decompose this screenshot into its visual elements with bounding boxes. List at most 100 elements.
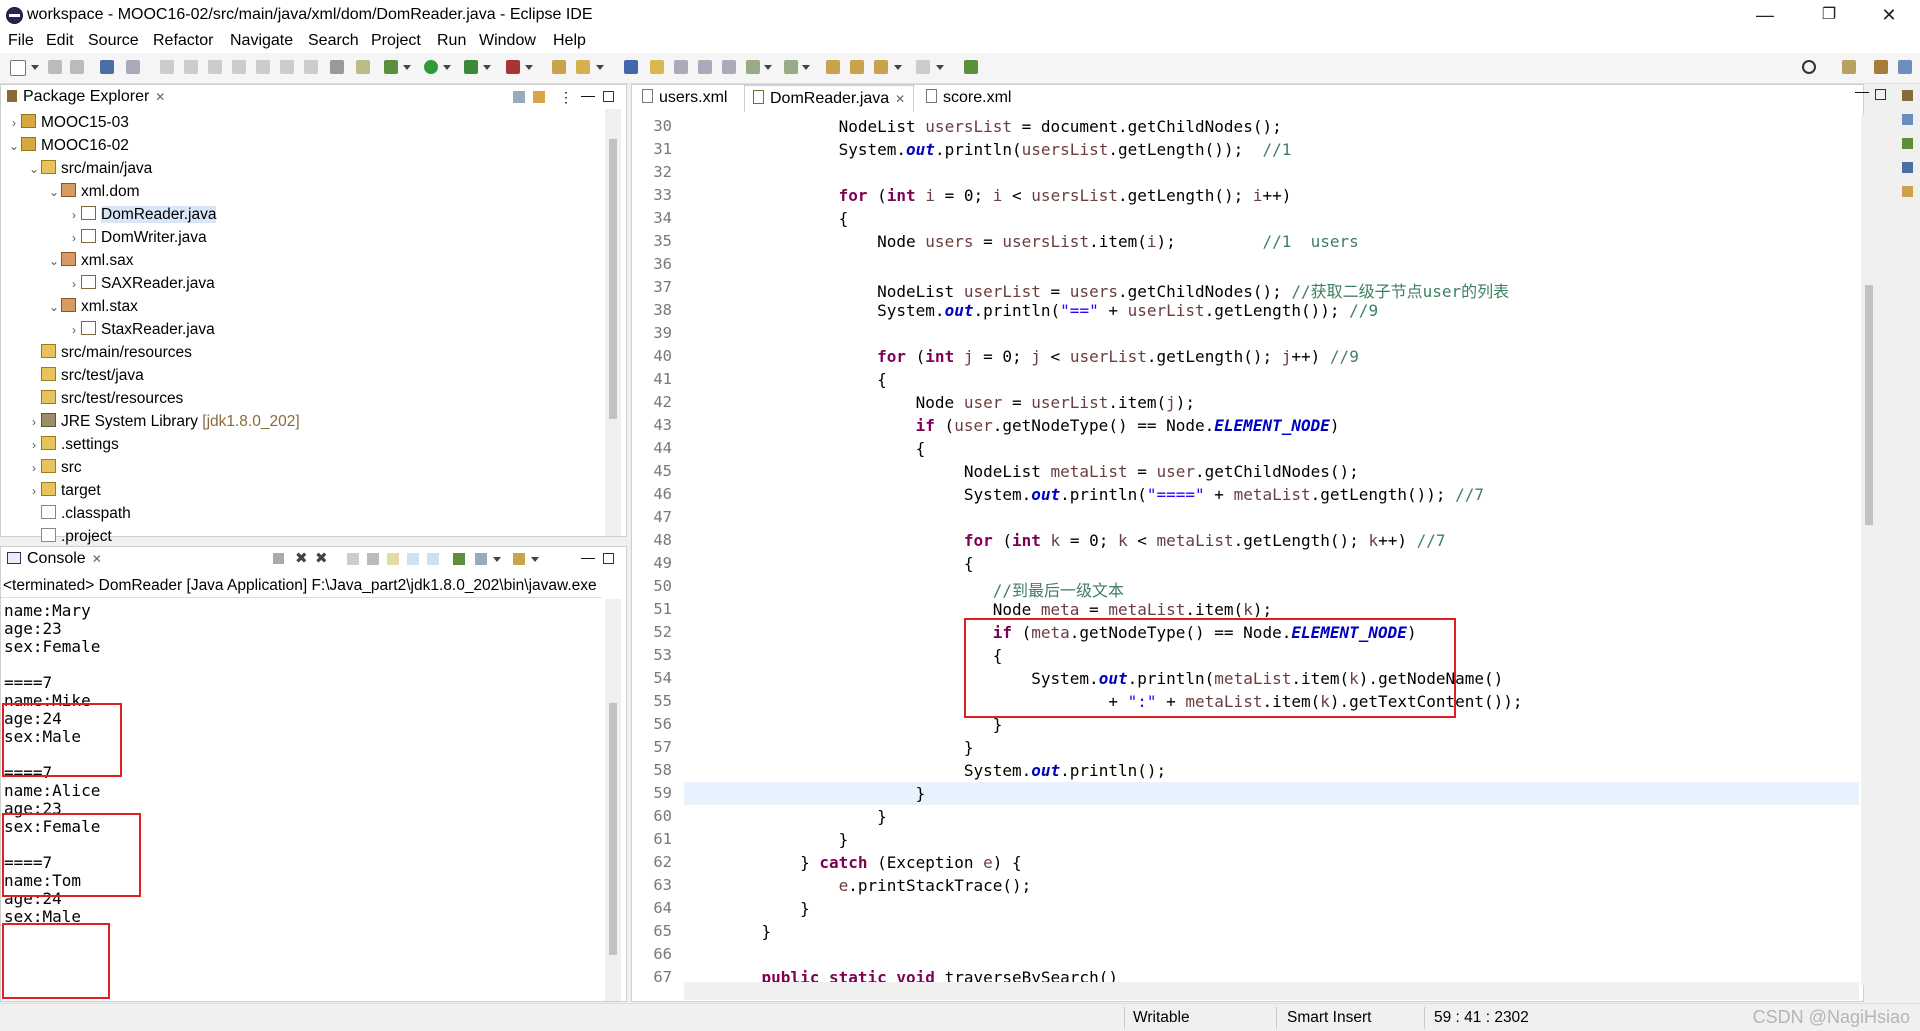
tree-item[interactable]: ⌄ xml.dom: [47, 180, 140, 203]
remove-launch-icon[interactable]: ✖: [295, 549, 308, 567]
close-button[interactable]: ✕: [1866, 2, 1912, 28]
open-console-icon[interactable]: [100, 60, 114, 74]
maximize-editor-icon[interactable]: [1875, 89, 1886, 100]
tree-item[interactable]: ⌄ src/main/java: [27, 157, 152, 180]
drop-to-frame-icon[interactable]: [330, 60, 344, 74]
javadoc-icon[interactable]: [1902, 162, 1913, 173]
tab-score-xml[interactable]: score.xml: [918, 85, 1019, 111]
menu-navigate[interactable]: Navigate: [230, 32, 293, 50]
tree-item[interactable]: › .settings: [27, 433, 119, 456]
back-dropdown-icon[interactable]: [894, 65, 902, 70]
chevron-right-icon[interactable]: ›: [7, 112, 21, 135]
forward-icon[interactable]: [916, 60, 930, 74]
tree-item[interactable]: › DomWriter.java: [67, 226, 207, 249]
code-line[interactable]: }: [723, 784, 926, 803]
tree-item[interactable]: src/main/resources: [27, 341, 192, 364]
new-class-dropdown-icon[interactable]: [596, 65, 604, 70]
remove-all-terminated-icon[interactable]: ✖: [315, 549, 328, 567]
skip-breakpoints-icon[interactable]: [126, 60, 140, 74]
open-perspective-icon[interactable]: [1842, 60, 1856, 74]
open-console-view-icon[interactable]: [513, 553, 525, 565]
debug-icon[interactable]: [384, 60, 398, 74]
forward-history-icon[interactable]: [850, 60, 864, 74]
chevron-right-icon[interactable]: ›: [67, 227, 81, 250]
code-line[interactable]: Node meta = metaList.item(k);: [723, 600, 1272, 619]
tree-item[interactable]: › SAXReader.java: [67, 272, 215, 295]
chevron-right-icon[interactable]: ›: [27, 411, 41, 434]
menu-run[interactable]: Run: [437, 32, 466, 50]
code-line[interactable]: NodeList usersList = document.getChildNo…: [723, 117, 1282, 136]
chevron-down-icon[interactable]: ⌄: [27, 158, 41, 181]
show-whitespace-icon[interactable]: [722, 60, 736, 74]
menu-refactor[interactable]: Refactor: [153, 32, 213, 50]
java-perspective-icon[interactable]: [1874, 60, 1888, 74]
collapse-all-icon[interactable]: [513, 91, 525, 103]
maximize-button[interactable]: ❐: [1806, 2, 1852, 28]
chevron-down-icon[interactable]: ⌄: [7, 135, 21, 158]
menu-window[interactable]: Window: [479, 32, 536, 50]
new-package-icon[interactable]: [576, 60, 590, 74]
previous-annotation-dropdown-icon[interactable]: [802, 65, 810, 70]
package-explorer-scrollbar[interactable]: [605, 109, 621, 536]
menu-edit[interactable]: Edit: [46, 32, 74, 50]
code-line[interactable]: {: [723, 646, 1003, 665]
word-wrap-icon[interactable]: [387, 553, 399, 565]
tab-domreader-java[interactable]: DomReader.java ✕: [744, 85, 915, 112]
code-line[interactable]: }: [723, 738, 974, 757]
new-icon[interactable]: [10, 60, 26, 76]
console-scrollbar[interactable]: [605, 599, 621, 1001]
open-type-icon[interactable]: [624, 60, 638, 74]
code-line[interactable]: System.out.println();: [723, 761, 1166, 780]
run-dropdown-icon[interactable]: [443, 65, 451, 70]
code-line[interactable]: }: [723, 922, 772, 941]
code-line[interactable]: }: [723, 807, 887, 826]
view-menu-icon[interactable]: ⋮: [559, 89, 573, 106]
tree-item[interactable]: › DomReader.java: [67, 203, 217, 227]
chevron-down-icon[interactable]: ⌄: [47, 250, 61, 273]
editor-vertical-scrollbar-thumb[interactable]: [1865, 285, 1873, 525]
code-line[interactable]: System.out.println("==" + userList.getLe…: [723, 301, 1378, 320]
last-edit-location-icon[interactable]: [826, 60, 840, 74]
debug-dropdown-icon[interactable]: [403, 65, 411, 70]
suspend-icon[interactable]: [184, 60, 198, 74]
tree-item[interactable]: .classpath: [27, 502, 131, 525]
step-into-icon[interactable]: [256, 60, 270, 74]
tab-users-xml[interactable]: users.xml: [634, 85, 735, 111]
outline-icon[interactable]: [1902, 114, 1913, 125]
pin-editor-icon[interactable]: [964, 60, 978, 74]
code-line[interactable]: {: [723, 370, 887, 389]
new-dropdown-icon[interactable]: [31, 65, 39, 70]
code-line[interactable]: }: [723, 830, 849, 849]
minimize-button[interactable]: —: [1742, 2, 1788, 28]
pin-console-icon[interactable]: [453, 553, 465, 565]
coverage-dropdown-icon[interactable]: [483, 65, 491, 70]
tree-item[interactable]: ⌄ MOOC16-02: [7, 134, 129, 157]
forward-dropdown-icon[interactable]: [936, 65, 944, 70]
next-annotation-icon[interactable]: [746, 60, 760, 74]
code-line[interactable]: {: [723, 554, 974, 573]
code-line[interactable]: Node users = usersList.item(i); //1 user…: [723, 232, 1359, 251]
new-java-project-icon[interactable]: [552, 60, 566, 74]
chevron-right-icon[interactable]: ›: [27, 457, 41, 480]
tree-item[interactable]: src/test/resources: [27, 387, 183, 410]
tree-item[interactable]: › MOOC15-03: [7, 111, 129, 134]
code-line[interactable]: for (int j = 0; j < userList.getLength()…: [723, 347, 1359, 366]
chevron-right-icon[interactable]: ›: [67, 319, 81, 342]
problems-icon[interactable]: [1902, 138, 1913, 149]
link-with-editor-icon[interactable]: [533, 91, 545, 103]
search-toolbar-icon[interactable]: [650, 60, 664, 74]
next-annotation-dropdown-icon[interactable]: [764, 65, 772, 70]
save-icon[interactable]: [48, 60, 62, 74]
code-line[interactable]: Node user = userList.item(j);: [723, 393, 1195, 412]
menu-source[interactable]: Source: [88, 32, 139, 50]
toggle-mark-occurrences-icon[interactable]: [674, 60, 688, 74]
code-line[interactable]: }: [723, 899, 810, 918]
tree-item[interactable]: › src: [27, 456, 82, 479]
tree-item[interactable]: ⌄ xml.sax: [47, 249, 134, 272]
toggle-block-selection-icon[interactable]: [698, 60, 712, 74]
chevron-down-icon[interactable]: ⌄: [47, 296, 61, 319]
clear-console-icon[interactable]: [347, 553, 359, 565]
minimize-console-icon[interactable]: —: [581, 549, 595, 565]
minimize-editor-icon[interactable]: —: [1855, 83, 1869, 99]
chevron-right-icon[interactable]: ›: [67, 204, 81, 227]
